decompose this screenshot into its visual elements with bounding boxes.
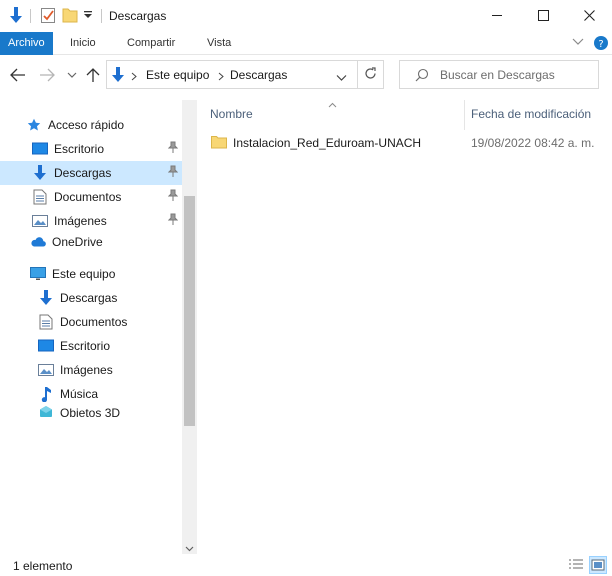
star-icon bbox=[26, 117, 42, 133]
svg-text:?: ? bbox=[598, 39, 603, 50]
cloud-icon bbox=[30, 234, 46, 250]
documents-icon bbox=[32, 189, 48, 205]
search-box[interactable]: Buscar en Descargas bbox=[399, 60, 599, 89]
sidebar-item-pc-documentos[interactable]: Documentos bbox=[38, 310, 127, 334]
sidebar-item-pc-objetos-3d[interactable]: Objetos 3D bbox=[38, 405, 120, 417]
status-bar: 1 elemento bbox=[0, 554, 612, 576]
pin-icon[interactable] bbox=[167, 189, 179, 204]
search-icon bbox=[415, 68, 429, 85]
breadcrumb-descargas[interactable]: Descargas bbox=[230, 68, 287, 82]
customize-dropdown-icon[interactable] bbox=[83, 10, 93, 20]
downloads-icon bbox=[38, 290, 54, 306]
sidebar-item-onedrive[interactable]: OneDrive bbox=[30, 230, 103, 254]
address-history-chevron-icon[interactable] bbox=[336, 71, 347, 85]
pin-icon[interactable] bbox=[167, 165, 179, 180]
breadcrumb-este-equipo[interactable]: Este equipo bbox=[146, 68, 209, 82]
tab-inicio[interactable]: Inicio bbox=[62, 32, 104, 55]
sidebar-item-label: Documentos bbox=[54, 190, 122, 204]
large-icons-view-icon[interactable] bbox=[589, 556, 607, 574]
sidebar-item-pc-descargas[interactable]: Descargas bbox=[38, 286, 117, 310]
scrollbar-thumb[interactable] bbox=[184, 196, 195, 426]
downloads-icon bbox=[32, 165, 48, 181]
sidebar-item-label: Música bbox=[60, 387, 99, 401]
recent-locations-chevron-icon[interactable] bbox=[63, 67, 81, 83]
pin-icon[interactable] bbox=[167, 141, 179, 156]
details-view-icon[interactable] bbox=[567, 556, 585, 574]
navigation-pane: Acceso rápido Escritorio Descargas Docum… bbox=[0, 95, 197, 555]
refresh-button[interactable] bbox=[358, 60, 384, 89]
help-icon[interactable]: ? bbox=[594, 36, 608, 50]
ribbon-tabs: Archivo Inicio Compartir Vista ? bbox=[0, 32, 612, 55]
sidebar-scrollbar[interactable] bbox=[182, 100, 197, 555]
computer-icon bbox=[30, 266, 46, 282]
search-input[interactable]: Buscar en Descargas bbox=[440, 68, 555, 82]
sidebar-item-escritorio[interactable]: Escritorio bbox=[32, 137, 182, 161]
3d-objects-icon bbox=[38, 405, 54, 417]
file-list: Nombre Fecha de modificación Instalacion… bbox=[197, 95, 612, 555]
sidebar-item-label: Escritorio bbox=[60, 339, 111, 353]
desktop-icon bbox=[38, 338, 54, 354]
sidebar-item-pc-escritorio[interactable]: Escritorio bbox=[38, 334, 110, 358]
list-item[interactable]: Instalacion_Red_Eduroam-UNACH 19/08/2022… bbox=[211, 133, 594, 153]
pictures-icon bbox=[38, 362, 54, 378]
up-arrow-icon[interactable] bbox=[84, 67, 102, 83]
sidebar-item-label: OneDrive bbox=[52, 235, 103, 249]
sidebar-item-descargas[interactable]: Descargas bbox=[0, 161, 182, 185]
sidebar-item-label: Este equipo bbox=[52, 267, 116, 281]
sidebar-item-label: Imágenes bbox=[54, 214, 107, 228]
tab-vista[interactable]: Vista bbox=[199, 32, 239, 55]
sidebar-item-pc-imagenes[interactable]: Imágenes bbox=[38, 358, 113, 382]
address-bar[interactable]: Este equipo Descargas bbox=[106, 60, 358, 89]
desktop-icon bbox=[32, 141, 48, 157]
file-modified-date: 19/08/2022 08:42 a. m. bbox=[471, 136, 595, 150]
item-count: 1 elemento bbox=[13, 559, 73, 573]
music-icon bbox=[38, 386, 54, 402]
sidebar-item-label: Escritorio bbox=[54, 142, 105, 156]
pictures-icon bbox=[32, 213, 48, 229]
new-folder-icon[interactable] bbox=[62, 6, 78, 24]
maximize-button[interactable] bbox=[520, 0, 566, 30]
file-name: Instalacion_Red_Eduroam-UNACH bbox=[233, 136, 422, 150]
column-header-fecha-modificacion[interactable]: Fecha de modificación bbox=[471, 107, 591, 121]
column-divider[interactable] bbox=[464, 100, 465, 130]
sidebar-item-label: Documentos bbox=[60, 315, 128, 329]
sidebar-item-acceso-rapido[interactable]: Acceso rápido bbox=[26, 113, 124, 137]
title-divider bbox=[101, 9, 102, 23]
sidebar-item-label: Descargas bbox=[60, 291, 118, 305]
documents-icon bbox=[38, 314, 54, 330]
column-header-nombre[interactable]: Nombre bbox=[210, 107, 253, 121]
download-arrow-icon[interactable] bbox=[8, 6, 24, 24]
tab-compartir[interactable]: Compartir bbox=[119, 32, 183, 55]
sort-ascending-icon bbox=[328, 97, 337, 111]
sidebar-item-label: Objetos 3D bbox=[60, 406, 121, 417]
minimize-button[interactable] bbox=[474, 0, 520, 30]
sidebar-item-label: Descargas bbox=[54, 166, 112, 180]
tab-archivo[interactable]: Archivo bbox=[0, 32, 53, 55]
sidebar-item-este-equipo[interactable]: Este equipo bbox=[30, 262, 115, 286]
window-title: Descargas bbox=[109, 9, 167, 23]
forward-arrow-icon[interactable] bbox=[38, 67, 56, 83]
back-arrow-icon[interactable] bbox=[9, 67, 27, 83]
folder-icon bbox=[211, 135, 227, 152]
breadcrumb-chevron-icon[interactable] bbox=[218, 70, 224, 84]
breadcrumb-chevron-icon[interactable] bbox=[131, 70, 137, 84]
refresh-icon bbox=[364, 66, 377, 83]
close-button[interactable] bbox=[566, 0, 612, 30]
sidebar-item-label: Imágenes bbox=[60, 363, 113, 377]
quick-access-divider bbox=[30, 9, 31, 23]
sidebar-item-pc-musica[interactable]: Música bbox=[38, 382, 98, 406]
pin-icon[interactable] bbox=[167, 213, 179, 228]
title-bar: Descargas bbox=[0, 0, 612, 32]
sidebar-item-label: Acceso rápido bbox=[48, 118, 125, 132]
expand-ribbon-icon[interactable] bbox=[572, 38, 584, 46]
properties-checklist-icon[interactable] bbox=[40, 6, 56, 24]
sidebar-item-documentos[interactable]: Documentos bbox=[32, 185, 182, 209]
scroll-down-icon[interactable] bbox=[185, 541, 194, 555]
downloads-location-icon bbox=[111, 66, 125, 87]
